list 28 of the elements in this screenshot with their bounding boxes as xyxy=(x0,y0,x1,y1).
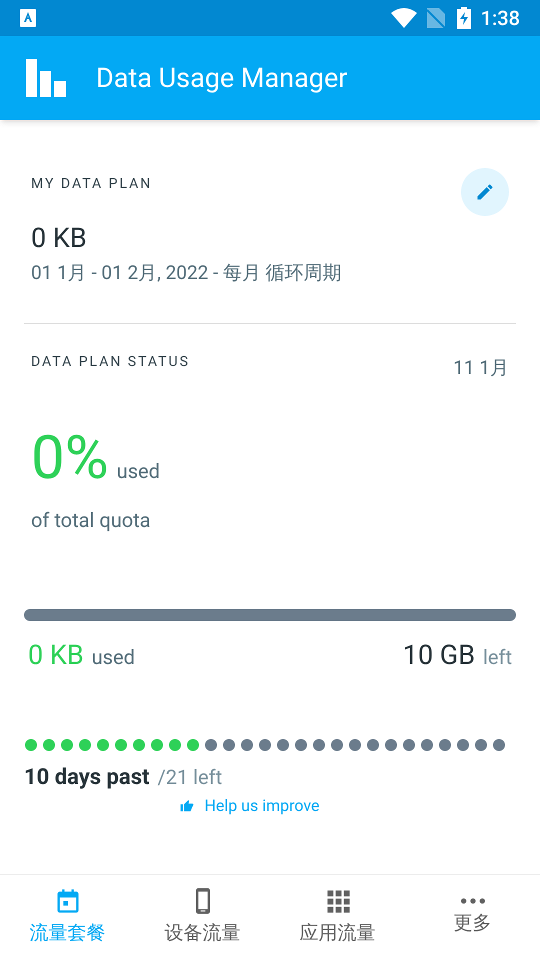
left-label: left xyxy=(483,644,512,670)
thumbs-up-icon xyxy=(180,799,194,813)
current-date: 11 1月 xyxy=(453,355,509,381)
days-left: /21 left xyxy=(157,764,222,791)
section-heading: MY DATA PLAN xyxy=(31,175,152,194)
clock: 1:38 xyxy=(480,5,520,32)
plan-amount: 0 KB xyxy=(30,221,88,256)
nav-tab[interactable]: 设备流量 xyxy=(135,875,270,960)
used-amount: 0 KB xyxy=(28,638,84,672)
keyboard-a-icon xyxy=(20,9,36,27)
plan-period: 01 1月 - 01 2月, 2022 - 每月 循环周期 xyxy=(30,260,343,286)
percent-used: 0% xyxy=(31,422,109,492)
nav-tab[interactable]: 应用流量 xyxy=(270,875,405,960)
wifi-icon xyxy=(390,8,417,28)
used-label: used xyxy=(116,458,160,484)
app-title: Data Usage Manager xyxy=(96,60,348,96)
quota-caption: of total quota xyxy=(30,506,152,534)
bar-chart-icon xyxy=(26,59,66,97)
no-sim-icon xyxy=(426,8,445,28)
used-label: used xyxy=(92,644,135,670)
pencil-icon xyxy=(475,182,495,202)
left-amount: 10 GB xyxy=(402,638,476,672)
edit-button[interactable] xyxy=(461,168,509,216)
nav-tab[interactable]: 更多 xyxy=(405,875,540,960)
battery-charging-icon xyxy=(456,7,471,29)
days-past: 10 days past xyxy=(24,764,150,792)
more-icon xyxy=(458,897,486,906)
section-heading: DATA PLAN STATUS xyxy=(31,353,190,372)
